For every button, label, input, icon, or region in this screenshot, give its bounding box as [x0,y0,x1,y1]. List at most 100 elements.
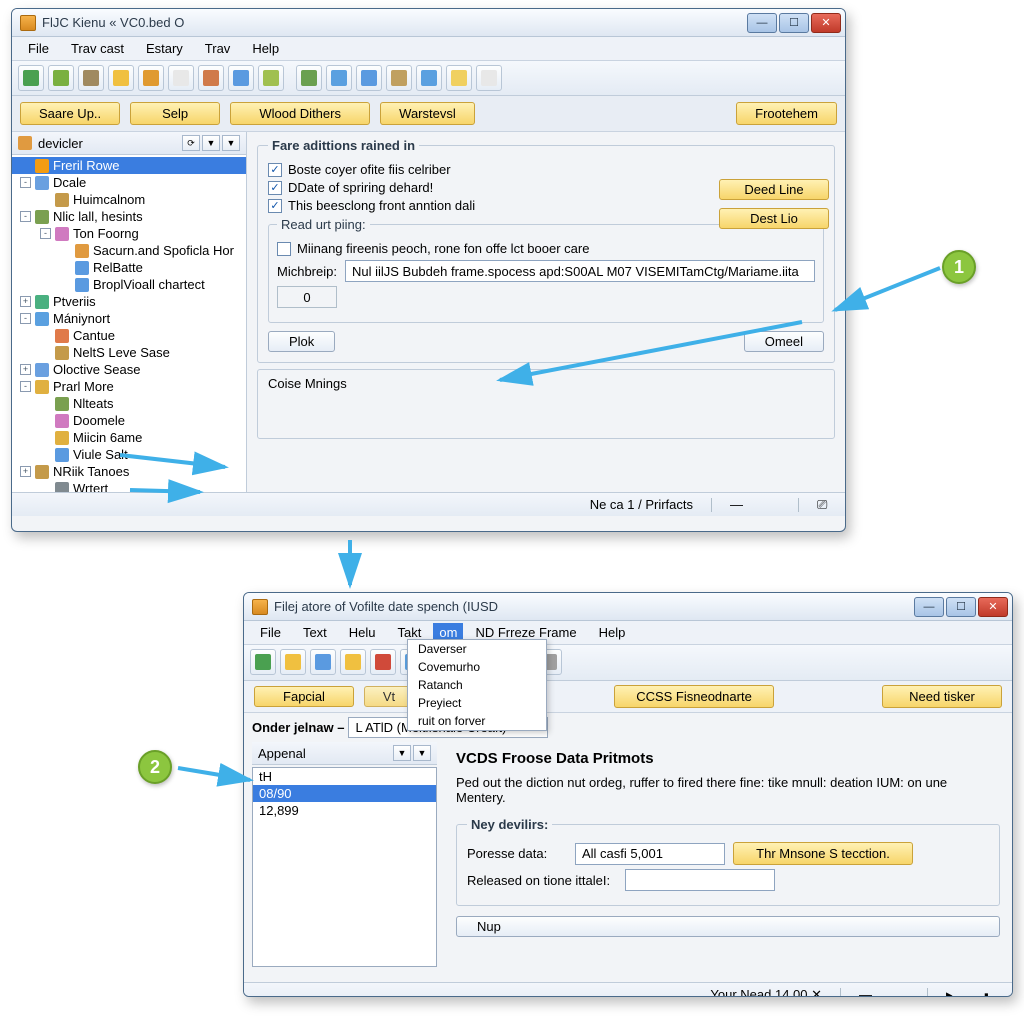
tree-item[interactable]: -Nlic lall, hesints [12,208,246,225]
dropdown-item[interactable]: Covemurho [408,658,546,676]
omeel-button[interactable]: Omeel [744,331,824,352]
appenal-listbox[interactable]: tH 08/90 12,899 [252,767,437,967]
tree-item[interactable]: Wrtert [12,480,246,492]
toolbar-icon[interactable] [198,65,224,91]
tree-item[interactable]: +NRiik Tanoes [12,463,246,480]
tree-item[interactable]: NeltS Leve Sase [12,344,246,361]
tree-view[interactable]: Freril Rowe-DcaleHuimcalnom-Nlic lall, h… [12,155,246,492]
toolbar-icon[interactable] [108,65,134,91]
list-item[interactable]: 12,899 [253,802,436,819]
menu-item[interactable]: File [250,623,291,642]
menu-item[interactable]: File [18,39,59,58]
tree-item[interactable]: -Dcale [12,174,246,191]
expand-icon[interactable]: - [20,177,31,188]
close-button[interactable]: ✕ [978,597,1008,617]
expand-icon[interactable]: - [20,313,31,324]
toolbar-icon[interactable] [310,649,336,675]
toolbar-icon[interactable] [326,65,352,91]
tree-item[interactable]: -Mániynort [12,310,246,327]
close-button[interactable]: ✕ [811,13,841,33]
toolbar-icon[interactable] [78,65,104,91]
chevron-down-icon[interactable]: ▼ [202,135,220,151]
dropdown-item[interactable]: Ratanch [408,676,546,694]
toolbar-icon[interactable] [18,65,44,91]
menu-item[interactable]: Estary [136,39,193,58]
tree-item[interactable]: +Oloctive Sease [12,361,246,378]
toolbar-icon[interactable] [250,649,276,675]
chevron-down-icon[interactable]: ▼ [222,135,240,151]
toolbar-icon[interactable] [416,65,442,91]
tree-item[interactable]: Freril Rowe [12,157,246,174]
toolbar-icon[interactable] [296,65,322,91]
tree-item[interactable]: -Ton Foorng [12,225,246,242]
tree-item[interactable]: RelBatte [12,259,246,276]
toolbar-icon[interactable] [356,65,382,91]
list-item[interactable]: tH [253,768,436,785]
expand-icon[interactable]: - [20,381,31,392]
minimize-button[interactable]: — [914,597,944,617]
dropdown-item[interactable]: ruit on forver [408,712,546,730]
tree-item[interactable]: +Ptveriis [12,293,246,310]
expand-icon[interactable]: - [40,228,51,239]
expand-icon[interactable]: + [20,364,31,375]
chevron-down-icon[interactable]: ▼ [413,745,431,761]
poresse-input[interactable] [575,843,725,865]
expand-icon[interactable]: + [20,296,31,307]
titlebar-1[interactable]: FlJC Kienu « VC0.bed O — ☐ ✕ [12,9,845,37]
tree-item[interactable]: Miicin 6ame [12,429,246,446]
maximize-button[interactable]: ☐ [779,13,809,33]
tree-item[interactable]: Cantue [12,327,246,344]
checkbox[interactable]: ✓ [268,163,282,177]
nup-button[interactable]: Nup [456,916,1000,937]
dest-lio-button[interactable]: Dest Lio [719,208,829,229]
minimize-button[interactable]: — [747,13,777,33]
toolbar-icon[interactable] [48,65,74,91]
expand-icon[interactable]: - [20,211,31,222]
toolbar-icon[interactable] [370,649,396,675]
tree-item[interactable]: Viule Salt [12,446,246,463]
toolbar-icon[interactable] [476,65,502,91]
menu-item[interactable]: Help [589,623,636,642]
deed-line-button[interactable]: Deed Line [719,179,829,200]
titlebar-2[interactable]: Filej atore of Vofilte date spench (IUSD… [244,593,1012,621]
checkbox[interactable] [277,242,291,256]
menu-item[interactable]: Trav cast [61,39,134,58]
tree-item[interactable]: -Prarl More [12,378,246,395]
warstevsl-button[interactable]: Warstevsl [380,102,475,125]
toolbar-icon[interactable] [168,65,194,91]
checkbox[interactable]: ✓ [268,181,282,195]
toolbar-icon[interactable] [386,65,412,91]
dropdown-item[interactable]: Daverser [408,640,546,658]
tree-item[interactable]: Sacurn.and Spoficla Hor [12,242,246,259]
frootehem-button[interactable]: Frootehem [736,102,837,125]
expand-icon[interactable]: + [20,466,31,477]
toolbar-icon[interactable] [228,65,254,91]
chevron-down-icon[interactable]: ▼ [393,745,411,761]
sidebar-header[interactable]: devicler ⟳ ▼ ▼ [12,132,246,155]
dropdown-menu[interactable]: Daverser Covemurho Ratanch Preyiect ruit… [407,639,547,731]
released-input[interactable] [625,869,775,891]
toolbar-icon[interactable] [258,65,284,91]
need-tisker-button[interactable]: Need tisker [882,685,1002,708]
tree-item[interactable]: BroplVioall chartect [12,276,246,293]
appenal-header[interactable]: Appenal ▼▼ [252,742,437,765]
tree-item[interactable]: Nlteats [12,395,246,412]
saare-button[interactable]: Saare Up.. [20,102,120,125]
michbreip-input[interactable] [345,260,815,282]
thr-button[interactable]: Thr Mnsone S tecction. [733,842,913,865]
toolbar-icon[interactable] [446,65,472,91]
number-input[interactable] [277,286,337,308]
maximize-button[interactable]: ☐ [946,597,976,617]
plok-button[interactable]: Plok [268,331,335,352]
toolbar-icon[interactable] [138,65,164,91]
ccss-button[interactable]: CCSS Fisneodnarte [614,685,774,708]
toolbar-icon[interactable] [340,649,366,675]
checkbox[interactable]: ✓ [268,199,282,213]
dropdown-item[interactable]: Preyiect [408,694,546,712]
menu-item[interactable]: Helu [339,623,386,642]
tree-item[interactable]: Huimcalnom [12,191,246,208]
toolbar-icon[interactable] [280,649,306,675]
menu-item[interactable]: Trav [195,39,241,58]
menu-item[interactable]: Help [242,39,289,58]
sidebar-refresh-icon[interactable]: ⟳ [182,135,200,151]
